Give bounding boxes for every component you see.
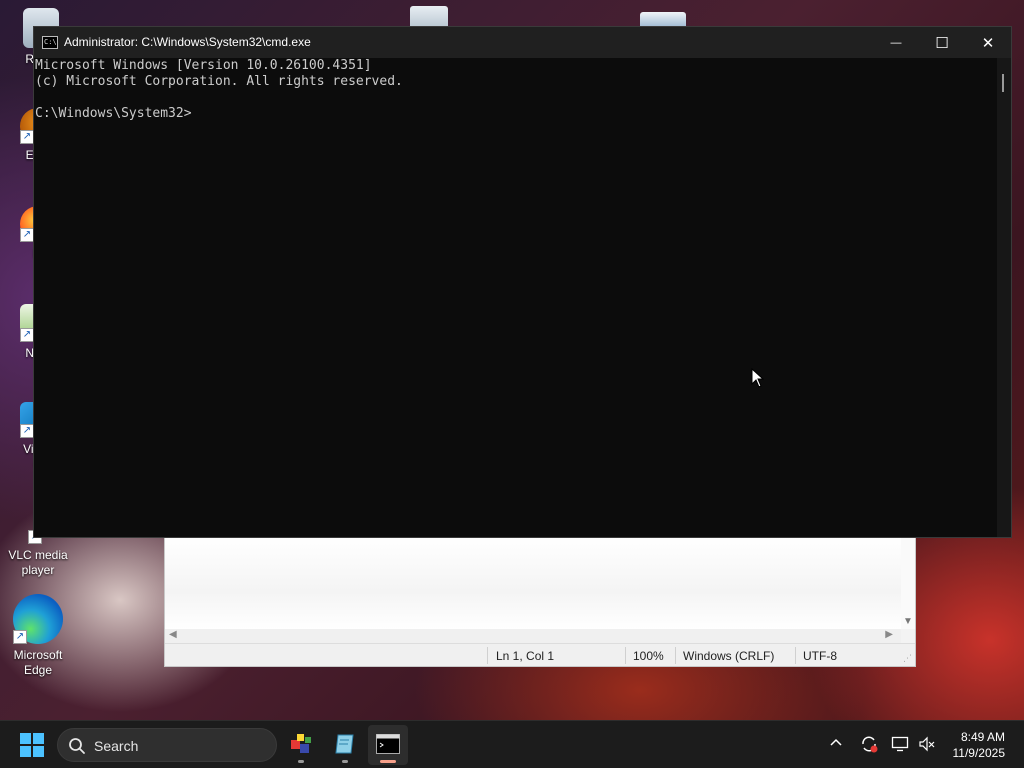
taskbar-search-box[interactable]: Search bbox=[57, 728, 277, 762]
minimize-icon: — bbox=[890, 36, 902, 49]
mouse-cursor-icon bbox=[751, 368, 765, 388]
notepad-horizontal-scrollbar[interactable]: ◀ ▶ bbox=[165, 629, 901, 643]
taskbar-app-cmd[interactable] bbox=[368, 725, 408, 765]
running-indicator bbox=[298, 760, 304, 763]
network-tray-icon[interactable] bbox=[891, 735, 909, 757]
desktop-icon-partial-1[interactable] bbox=[410, 6, 448, 28]
desktop-icon-label: VLC media player bbox=[8, 548, 68, 577]
shortcut-arrow-icon: ↗ bbox=[20, 328, 34, 342]
cmd-app-icon: C:\ bbox=[42, 36, 58, 49]
show-hidden-icons-button[interactable] bbox=[830, 733, 842, 751]
status-line-ending: Windows (CRLF) bbox=[683, 649, 775, 663]
shortcut-arrow-icon: ↗ bbox=[13, 630, 27, 644]
notepad-window[interactable]: ▼ ◀ ▶ Ln 1, Col 1 100% Windows (CRLF) UT… bbox=[164, 536, 916, 667]
windows-logo-icon bbox=[20, 733, 44, 757]
sync-icon bbox=[862, 736, 878, 753]
scroll-right-icon[interactable]: ▶ bbox=[885, 629, 893, 640]
scroll-down-icon[interactable]: ▼ bbox=[903, 616, 913, 627]
volume-tray-icon[interactable] bbox=[918, 735, 936, 757]
running-indicator bbox=[342, 760, 348, 763]
desktop: { "desktop": { "icons": [ {"name": "recy… bbox=[0, 0, 1024, 768]
status-separator bbox=[795, 647, 796, 664]
search-label: Search bbox=[94, 738, 139, 754]
active-indicator bbox=[380, 760, 396, 763]
status-separator bbox=[487, 647, 488, 664]
shortcut-arrow-icon: ↗ bbox=[20, 424, 34, 438]
window-title: Administrator: C:\Windows\System32\cmd.e… bbox=[64, 35, 311, 49]
close-button[interactable]: ✕ bbox=[965, 27, 1011, 58]
shortcut-arrow-icon: ↗ bbox=[20, 228, 34, 242]
cmd-window[interactable]: C:\ Administrator: C:\Windows\System32\c… bbox=[33, 26, 1012, 538]
chevron-up-icon bbox=[830, 738, 842, 746]
taskbar-clock[interactable]: 8:49 AM 11/9/2025 bbox=[953, 729, 1006, 761]
console-prompt[interactable]: C:\Windows\System32> bbox=[35, 106, 997, 122]
taskbar: Search 8:49 AM 11/9/2025 bbox=[0, 720, 1024, 768]
taskbar-app-notepad[interactable] bbox=[325, 725, 365, 765]
status-separator bbox=[675, 647, 676, 664]
maximize-button[interactable]: ☐ bbox=[919, 27, 965, 58]
terminal-icon bbox=[376, 734, 400, 754]
status-cursor-position: Ln 1, Col 1 bbox=[496, 649, 555, 663]
clock-date: 11/9/2025 bbox=[952, 746, 1006, 760]
status-separator bbox=[625, 647, 626, 664]
colorful-app-icon bbox=[291, 734, 311, 753]
shortcut-arrow-icon: ↗ bbox=[20, 130, 34, 144]
console-output[interactable]: Microsoft Windows [Version 10.0.26100.43… bbox=[34, 58, 997, 537]
notepad-vertical-scrollbar[interactable]: ▼ bbox=[901, 537, 915, 629]
resize-grip-icon[interactable]: ⋰ bbox=[903, 653, 912, 664]
scroll-left-icon[interactable]: ◀ bbox=[169, 629, 177, 640]
cmd-title-bar[interactable]: C:\ Administrator: C:\Windows\System32\c… bbox=[34, 27, 1011, 58]
notepad-status-bar: Ln 1, Col 1 100% Windows (CRLF) UTF-8 ⋰ bbox=[165, 643, 915, 666]
status-zoom: 100% bbox=[633, 649, 664, 663]
cmd-vertical-scrollbar[interactable] bbox=[997, 58, 1011, 537]
network-monitor-icon bbox=[891, 736, 909, 752]
desktop-icon-edge[interactable]: ↗ Microsoft Edge bbox=[0, 594, 76, 678]
clock-time: 8:49 AM bbox=[960, 730, 1005, 744]
close-icon: ✕ bbox=[981, 34, 995, 52]
maximize-icon: ☐ bbox=[935, 34, 949, 52]
console-line: Microsoft Windows [Version 10.0.26100.43… bbox=[35, 58, 372, 73]
status-encoding: UTF-8 bbox=[803, 649, 837, 663]
search-icon bbox=[69, 738, 85, 754]
sync-tray-icon[interactable] bbox=[860, 735, 878, 757]
scroll-thumb[interactable] bbox=[1002, 74, 1004, 92]
volume-muted-icon bbox=[919, 736, 935, 752]
desktop-icon-label: Microsoft Edge bbox=[13, 648, 63, 677]
notepad-text-area[interactable] bbox=[165, 537, 901, 629]
start-button[interactable] bbox=[20, 733, 44, 757]
console-line: (c) Microsoft Corporation. All rights re… bbox=[35, 74, 403, 89]
taskbar-app-1[interactable] bbox=[281, 725, 321, 765]
edge-icon: ↗ bbox=[13, 594, 63, 644]
notepad-icon bbox=[335, 734, 354, 754]
minimize-button[interactable]: — bbox=[873, 27, 919, 58]
